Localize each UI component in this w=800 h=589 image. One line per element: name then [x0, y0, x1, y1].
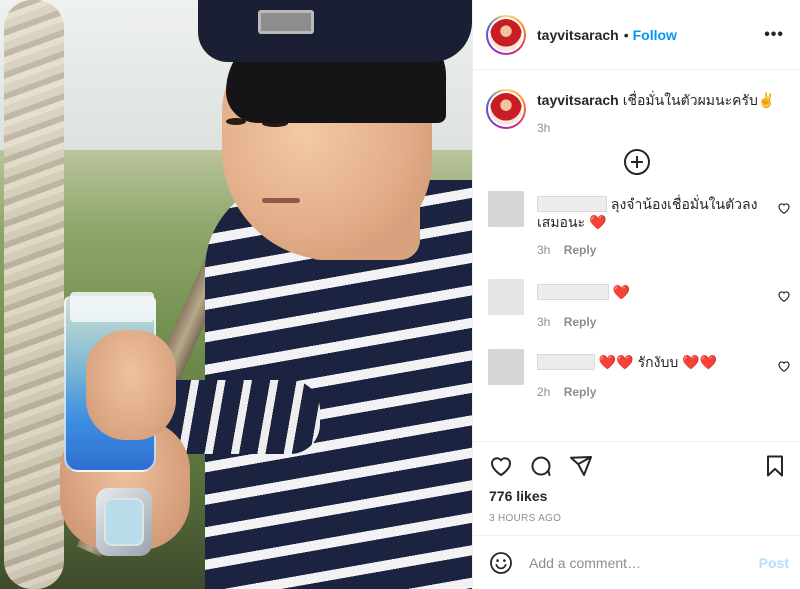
instagram-post: tayvitsarach • Follow ••• tayvitsarach เช… [0, 0, 800, 589]
avatar-image [490, 18, 522, 51]
commenter-avatar[interactable] [488, 279, 524, 315]
comment-meta: 3h Reply [537, 315, 765, 329]
load-more-row [473, 149, 800, 181]
post-comment-button[interactable]: Post [759, 555, 789, 571]
comment-item: ❤️ 3h Reply [473, 279, 800, 329]
comment-text: ลุงจำน้องเชื่อมั่นในตัวลง [537, 195, 765, 213]
comment-time[interactable]: 2h [537, 385, 550, 399]
comment-body: ❤️ 3h Reply [537, 279, 765, 329]
photo-cap [198, 0, 472, 62]
caption-avatar[interactable] [486, 89, 526, 129]
post-timestamp[interactable]: 3 HOURS AGO [489, 513, 561, 524]
actions-divider [473, 441, 800, 442]
redacted-username [537, 354, 595, 370]
comment-text: ❤️ [537, 283, 765, 301]
comment-box-divider [473, 535, 800, 536]
photo-rope [4, 0, 64, 589]
author-avatar[interactable] [486, 14, 526, 55]
comments-list[interactable]: tayvitsarach เชื่อมั่นในตัวผมนะครับ✌️ 3h … [473, 71, 800, 441]
comment-icon[interactable] [529, 454, 553, 478]
photo-mouth [262, 198, 300, 203]
caption-text-line: tayvitsarach เชื่อมั่นในตัวผมนะครับ✌️ [537, 91, 775, 109]
comment-text-content: ❤️ [612, 284, 631, 300]
more-options-icon[interactable]: ••• [764, 26, 784, 44]
caption-username[interactable]: tayvitsarach [537, 92, 619, 108]
post-photo[interactable] [0, 0, 472, 589]
share-icon[interactable] [569, 454, 593, 478]
author-username[interactable]: tayvitsarach [537, 27, 619, 43]
commenter-avatar[interactable] [488, 191, 524, 227]
follow-button[interactable]: Follow [633, 27, 677, 43]
comment-text-line2: เสมอนะ ❤️ [537, 214, 607, 230]
comment-body: ❤️❤️ รักงับบ ❤️❤️ 2h Reply [537, 349, 765, 399]
comment-body: ลุงจำน้องเชื่อมั่นในตัวลง เสมอนะ ❤️ 3h R… [537, 191, 765, 257]
comment-item: ❤️❤️ รักงับบ ❤️❤️ 2h Reply [473, 349, 800, 399]
emoji-icon[interactable] [489, 551, 513, 575]
post-caption: tayvitsarach เชื่อมั่นในตัวผมนะครับ✌️ 3h [473, 71, 800, 135]
avatar-ring-inner [488, 16, 524, 53]
photo-cup-lid [70, 292, 154, 322]
post-side-panel: tayvitsarach • Follow ••• tayvitsarach เช… [472, 0, 800, 589]
add-comment-input[interactable] [529, 555, 749, 571]
caption-meta: 3h [537, 121, 775, 135]
redacted-username [537, 196, 607, 212]
photo-hand [86, 330, 176, 440]
comment-text-content: ❤️❤️ รักงับบ ❤️❤️ [598, 354, 718, 370]
commenter-avatar[interactable] [488, 349, 524, 385]
photo-watch-face [104, 498, 144, 546]
comment-like-heart-icon[interactable] [777, 359, 791, 373]
reply-button[interactable]: Reply [564, 315, 597, 329]
comment-time[interactable]: 3h [537, 315, 550, 329]
comment-time[interactable]: 3h [537, 243, 550, 257]
caption-body: tayvitsarach เชื่อมั่นในตัวผมนะครับ✌️ 3h [537, 89, 775, 135]
heart-icon[interactable] [489, 454, 513, 478]
comment-like-heart-icon[interactable] [777, 289, 791, 303]
comment-meta: 2h Reply [537, 385, 765, 399]
likes-count[interactable]: 776 likes [489, 488, 547, 504]
redacted-username [537, 284, 609, 300]
separator-dot: • [623, 26, 629, 43]
caption-text: เชื่อมั่นในตัวผมนะครับ✌️ [622, 92, 776, 108]
comment-like-heart-icon[interactable] [777, 201, 791, 215]
comment-meta: 3h Reply [537, 243, 765, 257]
reply-button[interactable]: Reply [564, 385, 597, 399]
comment-text-line1: ลุงจำน้องเชื่อมั่นในตัวลง [610, 196, 758, 212]
reply-button[interactable]: Reply [564, 243, 597, 257]
bookmark-icon[interactable] [763, 454, 787, 478]
caption-time[interactable]: 3h [537, 121, 550, 135]
photo-cap-buckle [258, 10, 314, 34]
post-header: tayvitsarach • Follow ••• [473, 0, 800, 70]
action-bar [489, 452, 787, 480]
comment-item: ลุงจำน้องเชื่อมั่นในตัวลง เสมอนะ ❤️ 3h R… [473, 191, 800, 257]
avatar-ring-inner [488, 91, 524, 127]
avatar-image [490, 93, 522, 125]
load-more-comments-icon[interactable] [624, 149, 650, 175]
comment-text: ❤️❤️ รักงับบ ❤️❤️ [537, 353, 765, 371]
add-comment-row: Post [489, 548, 789, 578]
